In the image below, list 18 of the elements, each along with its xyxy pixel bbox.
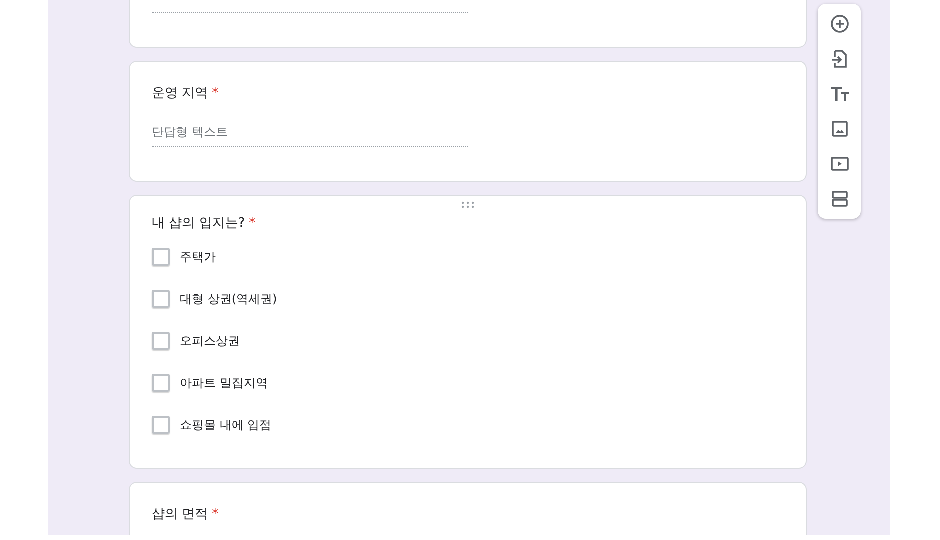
question-title: 내 샵의 입지는? xyxy=(152,216,246,232)
question-title: 운영 지역 xyxy=(152,86,208,102)
required-asterisk: * xyxy=(249,216,256,232)
option-label: 대형 상권(역세권) xyxy=(180,290,278,308)
option-label: 아파트 밀집지역 xyxy=(180,374,268,392)
required-asterisk: * xyxy=(212,507,219,523)
drag-handle-icon[interactable] xyxy=(461,201,475,209)
question-title: 샵의 면적 xyxy=(152,507,208,523)
checkbox[interactable] xyxy=(152,374,170,392)
option-label: 쇼핑몰 내에 입점 xyxy=(180,416,272,434)
required-asterisk: * xyxy=(212,86,219,102)
checkbox[interactable] xyxy=(152,416,170,434)
option-label: 주택가 xyxy=(180,248,216,266)
checkbox[interactable] xyxy=(152,290,170,308)
checkbox[interactable] xyxy=(152,248,170,266)
option-label: 오피스상권 xyxy=(180,332,240,350)
answer-field[interactable]: 단답형 텍스트 xyxy=(152,124,468,147)
checkbox[interactable] xyxy=(152,332,170,350)
